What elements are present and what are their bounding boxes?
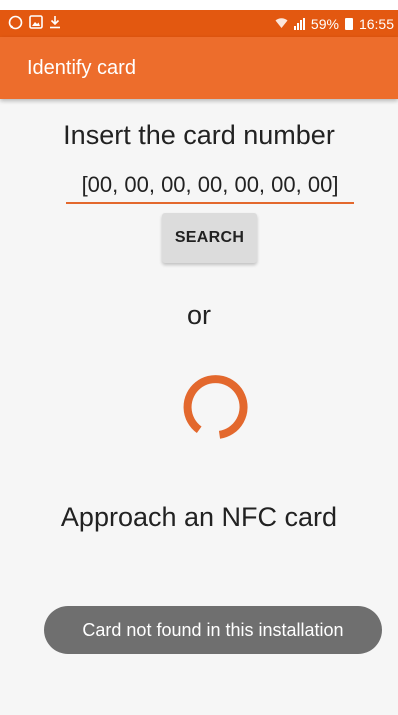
status-system: 59% 16:55 [275, 16, 394, 32]
status-bar: 59% 16:55 [0, 10, 398, 37]
whatsapp-icon [8, 15, 23, 33]
card-number-input[interactable] [66, 168, 354, 204]
page-title: Identify card [27, 56, 136, 79]
top-gap [0, 0, 398, 10]
app-bar: Identify card [0, 37, 398, 99]
toast-text: Card not found in this installation [82, 619, 344, 640]
search-button[interactable]: SEARCH [162, 213, 257, 263]
wifi-icon [275, 16, 288, 32]
loading-spinner-icon [183, 375, 248, 439]
gallery-icon [29, 15, 43, 32]
status-notifications [8, 15, 61, 33]
nfc-prompt: Approach an NFC card [60, 502, 338, 532]
clock: 16:55 [358, 15, 394, 32]
download-icon [49, 15, 61, 32]
battery-icon [344, 17, 353, 30]
toast-message: Card not found in this installation [44, 606, 382, 654]
battery-percentage: 59% [310, 15, 339, 32]
or-separator: or [186, 300, 211, 330]
signal-icon [293, 17, 305, 30]
card-number-prompt: Insert the card number [63, 120, 335, 150]
